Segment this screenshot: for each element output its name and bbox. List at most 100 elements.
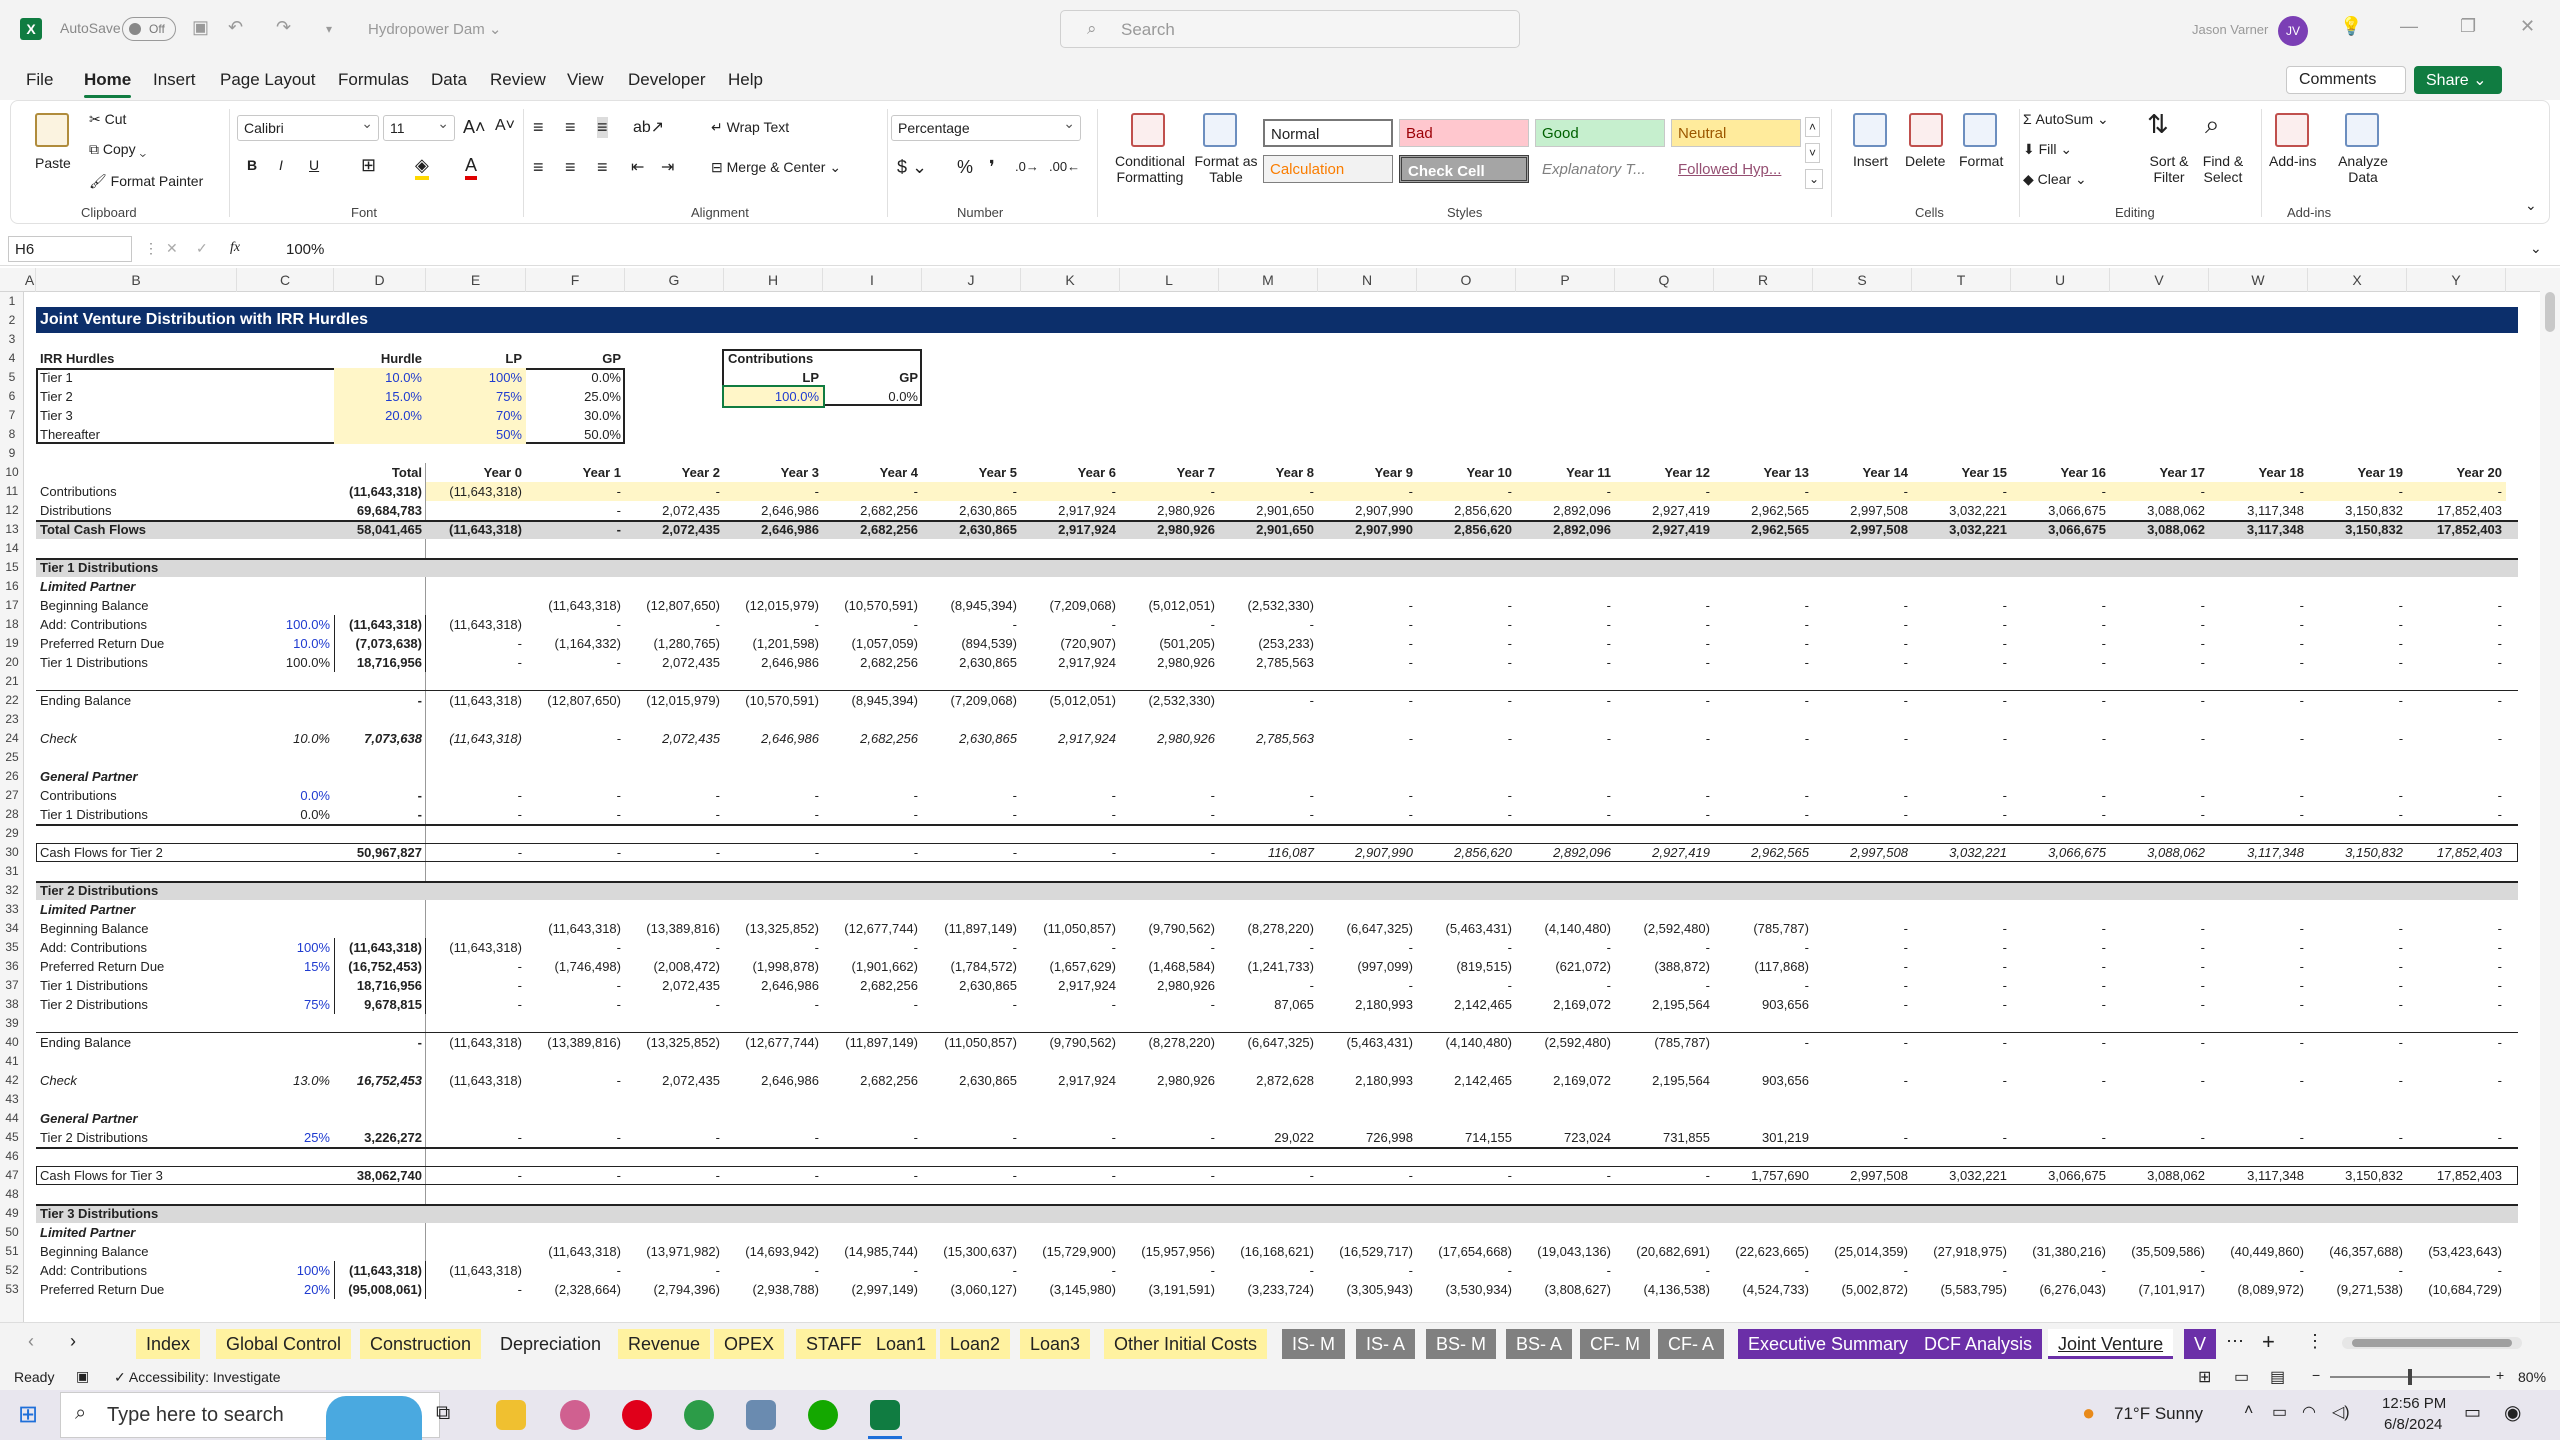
value-cell[interactable]: 3,032,221 [1912, 1166, 2011, 1185]
value-cell[interactable]: - [526, 501, 625, 520]
copilot-icon[interactable]: ◉ [2504, 1400, 2521, 1425]
value-cell[interactable]: (13,325,852) [625, 1033, 724, 1052]
value-cell[interactable]: - [1912, 596, 2011, 615]
decrease-decimal-icon[interactable]: .00← [1049, 159, 1080, 174]
row-header[interactable]: 33 [0, 900, 24, 919]
value-cell[interactable]: - [2011, 919, 2110, 938]
wifi-icon[interactable]: ◠ [2302, 1402, 2316, 1422]
value-cell[interactable]: - [2110, 729, 2209, 748]
value-cell[interactable]: - [2308, 653, 2407, 672]
value-cell[interactable]: - [2308, 691, 2407, 710]
value-cell[interactable]: - [1912, 1261, 2011, 1280]
value-cell[interactable]: 903,656 [1714, 1071, 1813, 1090]
value-cell[interactable]: (11,643,318) [426, 1033, 526, 1052]
value-cell[interactable]: 3,117,348 [2209, 520, 2308, 539]
value-cell[interactable]: (11,050,857) [922, 1033, 1021, 1052]
value-cell[interactable]: - [1615, 938, 1714, 957]
value-cell[interactable]: 2,682,256 [823, 653, 922, 672]
borders-icon[interactable]: ⊞ [361, 155, 376, 176]
value-cell[interactable]: - [1417, 938, 1516, 957]
value-cell[interactable]: - [1615, 596, 1714, 615]
row-header[interactable]: 15 [0, 558, 24, 577]
column-header-a[interactable]: A [24, 268, 36, 292]
column-header-i[interactable]: I [823, 268, 922, 292]
value-cell[interactable]: - [2110, 995, 2209, 1014]
value-cell[interactable]: 2,927,419 [1615, 520, 1714, 539]
value-cell[interactable]: - [2308, 919, 2407, 938]
row-header[interactable]: 3 [0, 330, 24, 349]
value-cell[interactable]: (11,643,318) [334, 482, 426, 501]
increase-indent-icon[interactable]: ⇥ [661, 157, 674, 177]
row-header[interactable]: 52 [0, 1261, 24, 1280]
value-cell[interactable]: (22,623,665) [1714, 1242, 1813, 1261]
windows-start-icon[interactable]: ⊞ [18, 1400, 38, 1429]
value-cell[interactable]: 3,066,675 [2011, 520, 2110, 539]
value-cell[interactable]: 3,088,062 [2110, 843, 2209, 862]
lightbulb-icon[interactable]: 💡 [2340, 16, 2362, 37]
value-cell[interactable]: (3,191,591) [1120, 1280, 1219, 1299]
value-cell[interactable]: - [1021, 1261, 1120, 1280]
value-cell[interactable]: (2,592,480) [1615, 919, 1714, 938]
value-cell[interactable]: - [1516, 1261, 1615, 1280]
clock-date[interactable]: 6/8/2024 [2384, 1416, 2442, 1433]
value-cell[interactable]: - [1813, 634, 1912, 653]
value-cell[interactable]: (35,509,586) [2110, 1242, 2209, 1261]
value-cell[interactable]: - [2011, 805, 2110, 824]
value-cell[interactable]: (997,099) [1318, 957, 1417, 976]
tab-opex[interactable]: OPEX [714, 1329, 785, 1359]
value-cell[interactable]: - [1219, 1166, 1318, 1185]
column-header-d[interactable]: D [334, 268, 426, 292]
value-cell[interactable]: (4,140,480) [1516, 919, 1615, 938]
value-cell[interactable]: - [2209, 653, 2308, 672]
menu-help[interactable]: Help [728, 70, 763, 90]
value-cell[interactable]: (7,209,068) [922, 691, 1021, 710]
delete-cells-icon[interactable] [1909, 113, 1943, 147]
sort-filter-icon[interactable]: ⇅ [2147, 109, 2169, 140]
value-cell[interactable]: 3,066,675 [2011, 1166, 2110, 1185]
comma-icon[interactable]: ❜ [989, 157, 995, 178]
value-cell[interactable]: - [724, 1261, 823, 1280]
value-cell[interactable]: - [1021, 482, 1120, 501]
value-cell[interactable]: - [1120, 482, 1219, 501]
column-header-p[interactable]: P [1516, 268, 1615, 292]
value-cell[interactable]: - [1912, 1033, 2011, 1052]
value-cell[interactable]: - [724, 1128, 823, 1147]
value-cell[interactable]: - [922, 805, 1021, 824]
tab-bs-a[interactable]: BS- A [1506, 1329, 1573, 1359]
value-cell[interactable]: (8,278,220) [1219, 919, 1318, 938]
align-middle-icon[interactable]: ≡ [565, 117, 576, 138]
value-cell[interactable]: - [426, 805, 526, 824]
value-cell[interactable]: (5,463,431) [1318, 1033, 1417, 1052]
value-cell[interactable]: 2,646,986 [724, 729, 823, 748]
value-cell[interactable]: (3,060,127) [922, 1280, 1021, 1299]
conditional-formatting-icon[interactable] [1131, 113, 1165, 147]
value-cell[interactable]: (11,643,318) [426, 520, 526, 539]
value-cell[interactable]: (40,449,860) [2209, 1242, 2308, 1261]
autosave-toggle[interactable]: Off [122, 17, 176, 41]
value-cell[interactable]: - [1912, 805, 2011, 824]
value-cell[interactable]: (4,136,538) [1615, 1280, 1714, 1299]
value-cell[interactable]: (11,897,149) [823, 1033, 922, 1052]
value-cell[interactable]: - [426, 786, 526, 805]
column-header-x[interactable]: X [2308, 268, 2407, 292]
value-cell[interactable]: - [922, 938, 1021, 957]
font-color-icon[interactable]: A [465, 155, 478, 180]
volume-icon[interactable]: ◁) [2332, 1402, 2350, 1422]
tab-index[interactable]: Index [136, 1329, 201, 1359]
row-header[interactable]: 24 [0, 729, 24, 748]
value-cell[interactable]: - [1615, 976, 1714, 995]
value-cell[interactable]: (785,787) [1714, 919, 1813, 938]
value-cell[interactable]: (1,280,765) [625, 634, 724, 653]
page-layout-view-icon[interactable]: ▭ [2234, 1367, 2249, 1387]
value-cell[interactable]: - [1318, 729, 1417, 748]
column-header-m[interactable]: M [1219, 268, 1318, 292]
value-cell[interactable]: (13,389,816) [526, 1033, 625, 1052]
value-cell[interactable]: (12,015,979) [724, 596, 823, 615]
value-cell[interactable]: - [1417, 1166, 1516, 1185]
tab-revenue[interactable]: Revenue [618, 1329, 711, 1359]
value-cell[interactable]: (2,532,330) [1120, 691, 1219, 710]
column-header-n[interactable]: N [1318, 268, 1417, 292]
value-cell[interactable]: 17,852,403 [2407, 1166, 2506, 1185]
row-header[interactable]: 43 [0, 1090, 24, 1109]
chrome-icon[interactable] [684, 1400, 714, 1430]
